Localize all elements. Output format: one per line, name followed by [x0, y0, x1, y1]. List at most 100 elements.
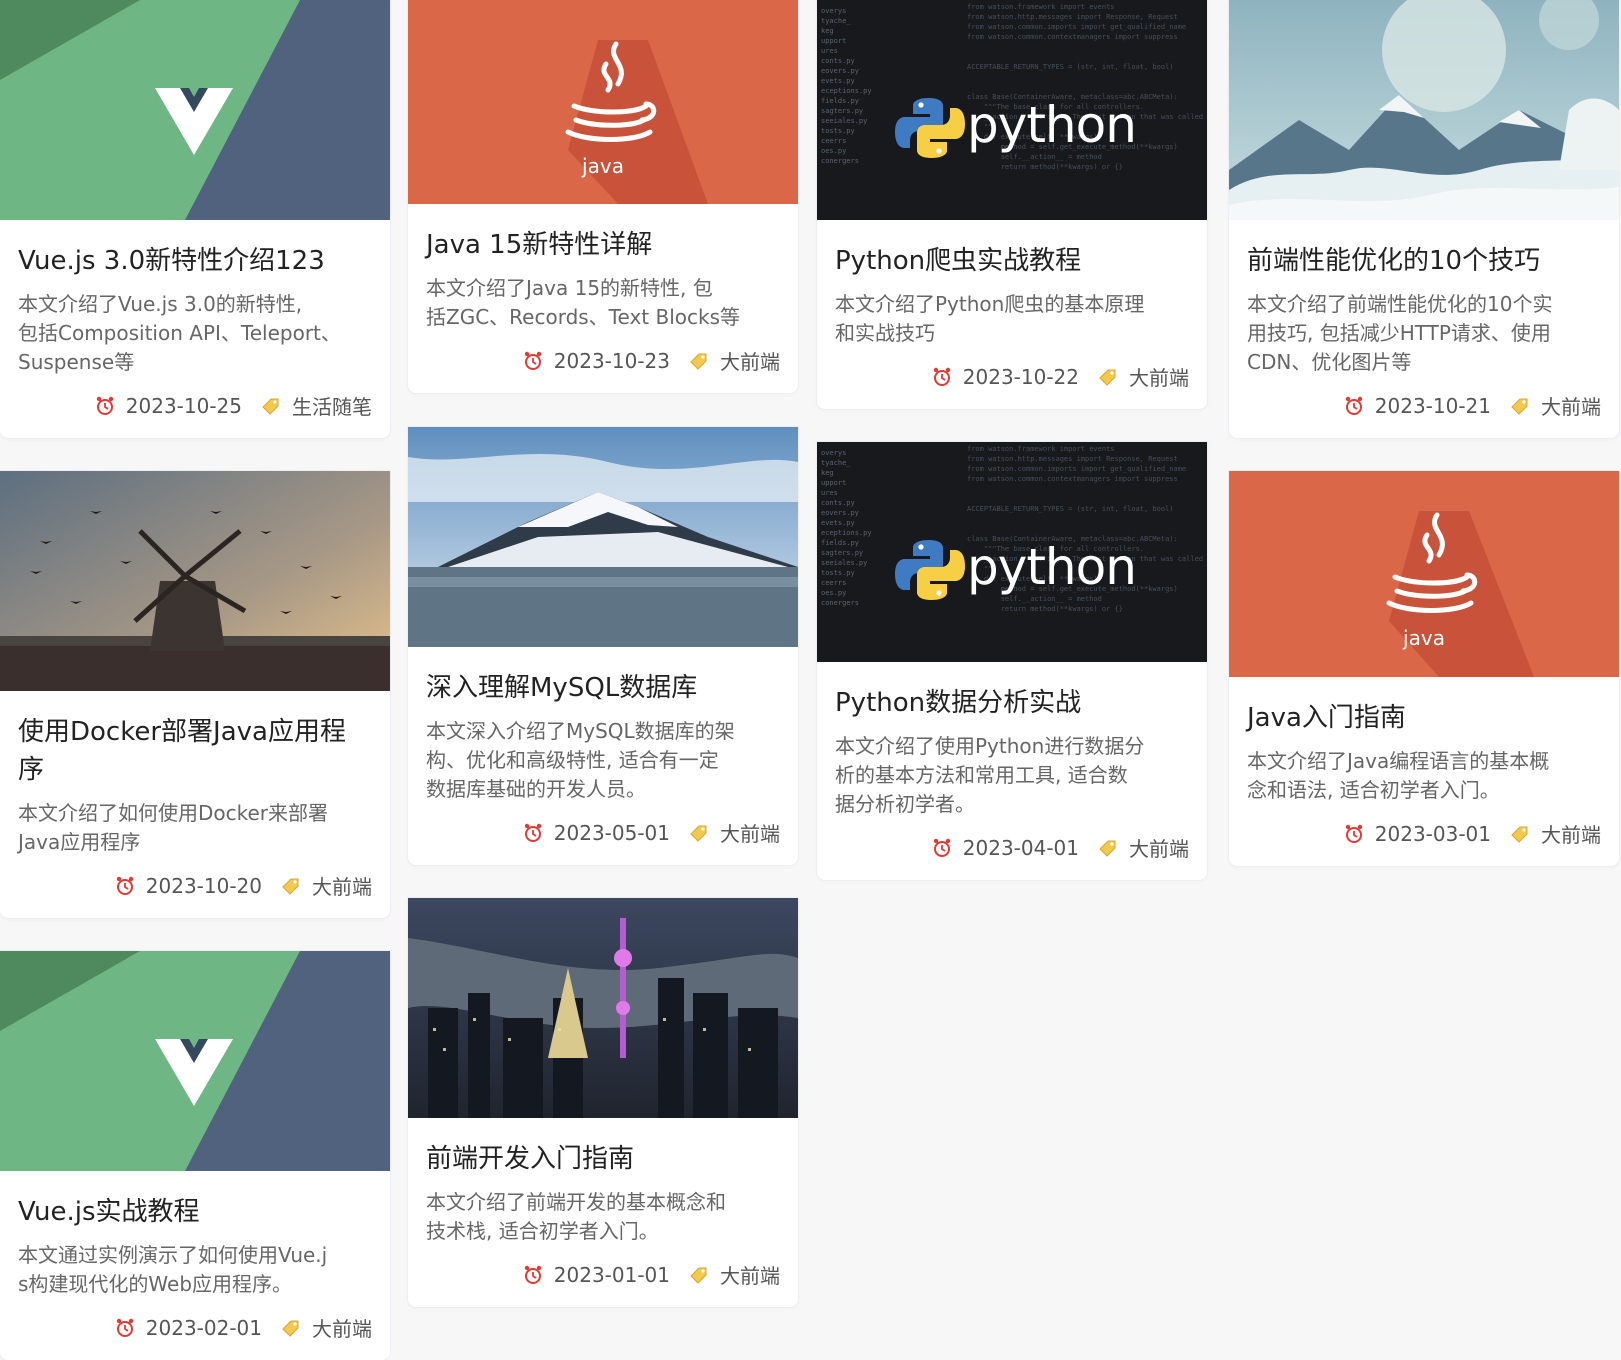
article-card[interactable]: overys tyache_ keg upport ures conts.py …	[817, 0, 1207, 409]
article-title[interactable]: Java 15新特性详解	[426, 226, 780, 264]
alarm-clock-icon	[522, 1264, 544, 1286]
article-title[interactable]: 深入理解MySQL数据库	[426, 669, 780, 707]
tag-icon	[1509, 395, 1531, 417]
category-link[interactable]: 大前端	[720, 1260, 780, 1289]
category-link[interactable]: 大前端	[720, 818, 780, 847]
vue-logo-cover	[0, 951, 390, 1171]
java-logo-icon: java	[1229, 471, 1619, 677]
publish-date: 2023-02-01	[145, 1315, 262, 1340]
article-meta: 2023-04-01 大前端	[835, 833, 1189, 862]
publish-date: 2023-04-01	[962, 835, 1079, 860]
publish-date: 2023-10-20	[145, 873, 262, 898]
tag-icon	[260, 395, 282, 417]
svg-text:java: java	[581, 154, 624, 178]
svg-text:java: java	[1402, 626, 1445, 650]
alarm-clock-icon	[1343, 823, 1365, 845]
java-logo-cover: java	[1229, 471, 1619, 677]
article-card[interactable]: Vue.js 3.0新特性介绍123 本文介绍了Vue.js 3.0的新特性, 包…	[0, 0, 390, 438]
alarm-clock-icon	[931, 837, 953, 859]
article-title[interactable]: Java入门指南	[1247, 699, 1601, 737]
tag-icon	[688, 822, 710, 844]
publish-date: 2023-01-01	[553, 1262, 670, 1287]
alarm-clock-icon	[114, 875, 136, 897]
alarm-clock-icon	[1343, 395, 1365, 417]
tag-icon	[1097, 837, 1119, 859]
article-title[interactable]: Vue.js 3.0新特性介绍123	[18, 242, 372, 280]
article-summary: 本文介绍了前端性能优化的10个实 用技巧, 包括减少HTTP请求、使用 CDN、优化…	[1247, 292, 1553, 374]
publish-date: 2023-10-22	[962, 364, 1079, 389]
article-summary: 本文深入介绍了MySQL数据库的架 构、优化和高级特性, 适合有一定 数据库基础的开…	[426, 719, 735, 801]
vue-logo-icon	[0, 951, 390, 1171]
windmill-sunset-image	[0, 471, 390, 691]
article-title[interactable]: Vue.js实战教程	[18, 1193, 372, 1231]
article-meta: 2023-10-23 大前端	[426, 346, 780, 375]
moon-mountains-image	[1229, 0, 1619, 220]
vue-logo-icon	[0, 0, 390, 220]
article-summary: 本文介绍了Java编程语言的基本概 念和语法, 适合初学者入门。	[1247, 749, 1550, 802]
article-meta: 2023-10-20 大前端	[18, 871, 372, 900]
java-logo-icon: java	[408, 0, 798, 204]
article-card[interactable]: overys tyache_ keg upport ures conts.py …	[817, 442, 1207, 880]
vue-logo-cover	[0, 0, 390, 220]
article-summary: 本文介绍了Vue.js 3.0的新特性, 包括Composition API、Te…	[18, 292, 341, 374]
article-meta: 2023-05-01 大前端	[426, 818, 780, 847]
article-title[interactable]: 使用Docker部署Java应用程序	[18, 713, 372, 789]
python-wordmark: python	[967, 538, 1137, 596]
tag-icon	[688, 350, 710, 372]
category-link[interactable]: 大前端	[312, 1313, 372, 1342]
alarm-clock-icon	[522, 822, 544, 844]
article-card[interactable]: java Java 15新特性详解 本文介绍了Java 15的新特性, 包括ZG…	[408, 0, 798, 393]
category-link[interactable]: 生活随笔	[292, 391, 372, 420]
article-summary: 本文通过实例演示了如何使用Vue.j s构建现代化的Web应用程序。	[18, 1243, 328, 1296]
article-title[interactable]: Python数据分析实战	[835, 684, 1189, 722]
article-card[interactable]: 前端开发入门指南 本文介绍了前端开发的基本概念和 技术栈, 适合初学者入门。 20…	[408, 898, 798, 1307]
category-link[interactable]: 大前端	[1129, 833, 1189, 862]
article-card[interactable]: 前端性能优化的10个技巧 本文介绍了前端性能优化的10个实 用技巧, 包括减少HT…	[1229, 0, 1619, 438]
python-snake-icon	[895, 540, 965, 600]
article-meta: 2023-10-21 大前端	[1247, 391, 1601, 420]
article-meta: 2023-02-01 大前端	[18, 1313, 372, 1342]
publish-date: 2023-10-25	[125, 393, 242, 418]
article-meta: 2023-10-25 生活随笔	[18, 391, 372, 420]
publish-date: 2023-05-01	[553, 820, 670, 845]
article-summary: 本文介绍了如何使用Docker来部署 Java应用程序	[18, 801, 329, 854]
category-link[interactable]: 大前端	[1541, 819, 1601, 848]
tag-icon	[280, 875, 302, 897]
category-link[interactable]: 大前端	[312, 871, 372, 900]
article-meta: 2023-01-01 大前端	[426, 1260, 780, 1289]
article-summary: 本文介绍了Python爬虫的基本原理 和实战技巧	[835, 292, 1145, 345]
publish-date: 2023-03-01	[1374, 821, 1491, 846]
article-card[interactable]: java Java入门指南 本文介绍了Java编程语言的基本概 念和语法, 适合初…	[1229, 471, 1619, 866]
tag-icon	[688, 1264, 710, 1286]
python-logo-cover: overys tyache_ keg upport ures conts.py …	[817, 442, 1207, 662]
java-logo-cover: java	[408, 0, 798, 204]
category-link[interactable]: 大前端	[1541, 391, 1601, 420]
article-card[interactable]: 使用Docker部署Java应用程序 本文介绍了如何使用Docker来部署 Jav…	[0, 471, 390, 918]
article-card[interactable]: 深入理解MySQL数据库 本文深入介绍了MySQL数据库的架 构、优化和高级特性,…	[408, 427, 798, 865]
tag-icon	[1509, 823, 1531, 845]
alarm-clock-icon	[931, 366, 953, 388]
article-title[interactable]: Python爬虫实战教程	[835, 242, 1189, 280]
article-summary: 本文介绍了使用Python进行数据分 析的基本方法和常用工具, 适合数 据分析初学者…	[835, 734, 1145, 816]
category-link[interactable]: 大前端	[720, 346, 780, 375]
publish-date: 2023-10-21	[1374, 393, 1491, 418]
python-snake-icon	[895, 98, 965, 158]
article-meta: 2023-10-22 大前端	[835, 362, 1189, 391]
category-link[interactable]: 大前端	[1129, 362, 1189, 391]
article-title[interactable]: 前端开发入门指南	[426, 1140, 780, 1178]
city-night-image	[408, 898, 798, 1118]
article-title[interactable]: 前端性能优化的10个技巧	[1247, 242, 1601, 280]
snow-mountain-image	[408, 427, 798, 647]
alarm-clock-icon	[114, 1317, 136, 1339]
article-summary: 本文介绍了Java 15的新特性, 包括ZGC、Records、Text Blo…	[426, 276, 741, 329]
tag-icon	[280, 1317, 302, 1339]
publish-date: 2023-10-23	[553, 348, 670, 373]
python-logo-cover: overys tyache_ keg upport ures conts.py …	[817, 0, 1207, 220]
alarm-clock-icon	[522, 350, 544, 372]
tag-icon	[1097, 366, 1119, 388]
article-card[interactable]: Vue.js实战教程 本文通过实例演示了如何使用Vue.j s构建现代化的Web应…	[0, 951, 390, 1360]
article-summary: 本文介绍了前端开发的基本概念和 技术栈, 适合初学者入门。	[426, 1190, 726, 1243]
article-meta: 2023-03-01 大前端	[1247, 819, 1601, 848]
python-wordmark: python	[967, 96, 1137, 154]
alarm-clock-icon	[94, 395, 116, 417]
